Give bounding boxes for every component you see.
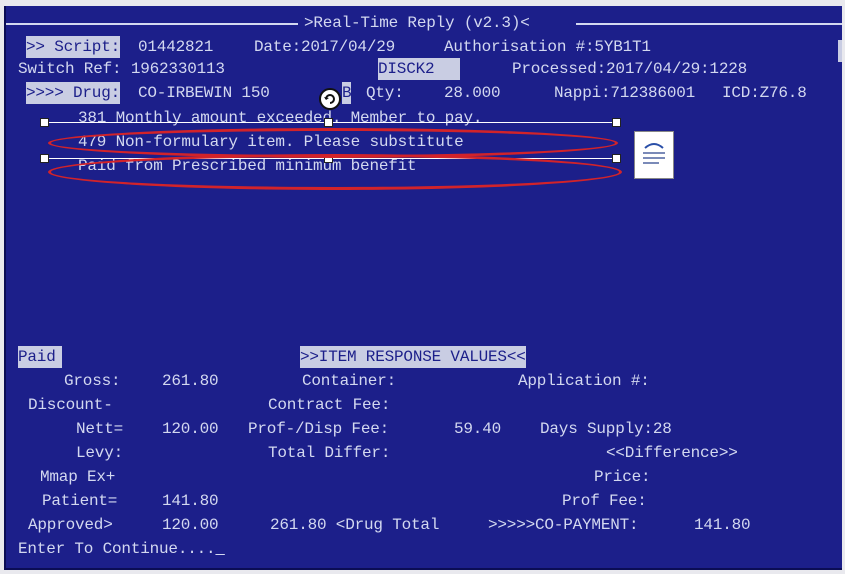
edge-marker (838, 40, 842, 62)
nett-label: Nett= (76, 420, 124, 438)
message-line-1: 381 Monthly amount exceeded. Member to p… (78, 109, 483, 127)
contract-fee-label: Contract Fee: (268, 396, 391, 414)
document-icon[interactable] (634, 131, 674, 179)
approved-value: 120.00 (162, 516, 219, 534)
processed-date: Processed:2017/04/29:1228 (512, 60, 748, 78)
authorisation-number: Authorisation #:5YB1T1 (444, 38, 651, 56)
copayment-value: 141.80 (694, 516, 751, 534)
difference-label: <<Difference>> (606, 444, 738, 462)
discount-label: Discount- (28, 396, 113, 414)
section-title: >>ITEM RESPONSE VALUES<< (300, 346, 526, 368)
window-title: >Real-Time Reply (v2.3)< (304, 14, 530, 32)
days-supply: Days Supply:28 (540, 420, 672, 438)
annotation-ellipse-2 (48, 154, 622, 190)
script-number: 01442821 (138, 38, 214, 56)
icd-code: ICD:Z76.8 (722, 84, 807, 102)
script-prefix: >> Script: (26, 36, 121, 58)
resize-handle-bottom-left[interactable] (40, 154, 49, 163)
approved-label: Approved> (28, 516, 113, 534)
resize-handle-top-mid[interactable] (324, 118, 333, 127)
resize-handle-top-left[interactable] (40, 118, 49, 127)
continue-prompt-text: Enter To Continue.... (18, 540, 216, 558)
response-code: DISCK2 (378, 58, 461, 80)
qty-label: Qty: (366, 84, 404, 102)
container-label: Container: (302, 372, 397, 390)
patient-label: Patient= (42, 492, 118, 510)
copayment-label: >>>>>CO-PAYMENT: (488, 516, 639, 534)
drug-prefix: >>>> Drug: (26, 82, 121, 104)
paid-status: Paid (18, 346, 62, 368)
levy-label: Levy: (76, 444, 124, 462)
resize-handle-bottom-right[interactable] (612, 154, 621, 163)
title-rule-left (6, 23, 298, 25)
prof-disp-value: 59.40 (454, 420, 502, 438)
qty-value: 28.000 (444, 84, 501, 102)
prof-disp-label: Prof-/Disp Fee: (248, 420, 390, 438)
script-date: Date:2017/04/29 (254, 38, 396, 56)
title-rule-right (576, 23, 842, 25)
terminal-screen: >Real-Time Reply (v2.3)< >> Script: 0144… (4, 6, 842, 570)
gross-value: 261.80 (162, 372, 219, 390)
patient-value: 141.80 (162, 492, 219, 510)
drug-total: 261.80 <Drug Total (270, 516, 440, 534)
switch-ref: Switch Ref: 1962330113 (18, 60, 225, 78)
mmap-label: Mmap Ex+ (40, 468, 116, 486)
prof-fee-label: Prof Fee: (562, 492, 647, 510)
continue-prompt[interactable]: Enter To Continue.... (18, 538, 225, 560)
application-label: Application #: (518, 372, 650, 390)
drug-tab-suffix: B (342, 82, 352, 104)
total-differ-label: Total Differ: (268, 444, 391, 462)
nappi-code: Nappi:712386001 (554, 84, 696, 102)
gross-label: Gross: (64, 372, 121, 390)
nett-value: 120.00 (162, 420, 219, 438)
price-label: Price: (594, 468, 651, 486)
text-cursor (215, 540, 224, 558)
drug-name: CO-IRBEWIN 150 (138, 84, 270, 102)
resize-handle-top-right[interactable] (612, 118, 621, 127)
